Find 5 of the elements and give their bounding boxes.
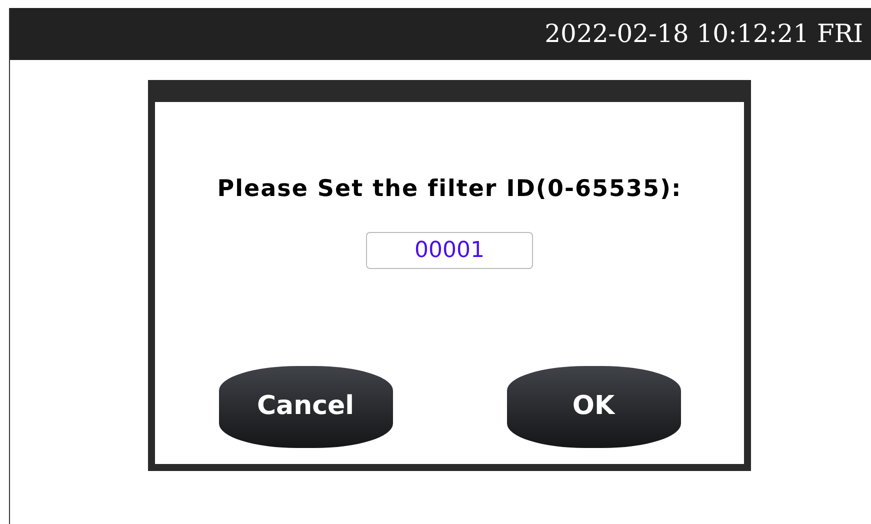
prompt-text: Please Set the filter ID(0-65535): — [217, 175, 682, 204]
cancel-button[interactable]: Cancel — [218, 366, 392, 448]
ok-button[interactable]: OK — [506, 366, 680, 448]
filter-id-field[interactable]: 00001 — [366, 232, 533, 268]
date-time: 2022-02-18 10:12:21 FRI — [544, 18, 863, 50]
